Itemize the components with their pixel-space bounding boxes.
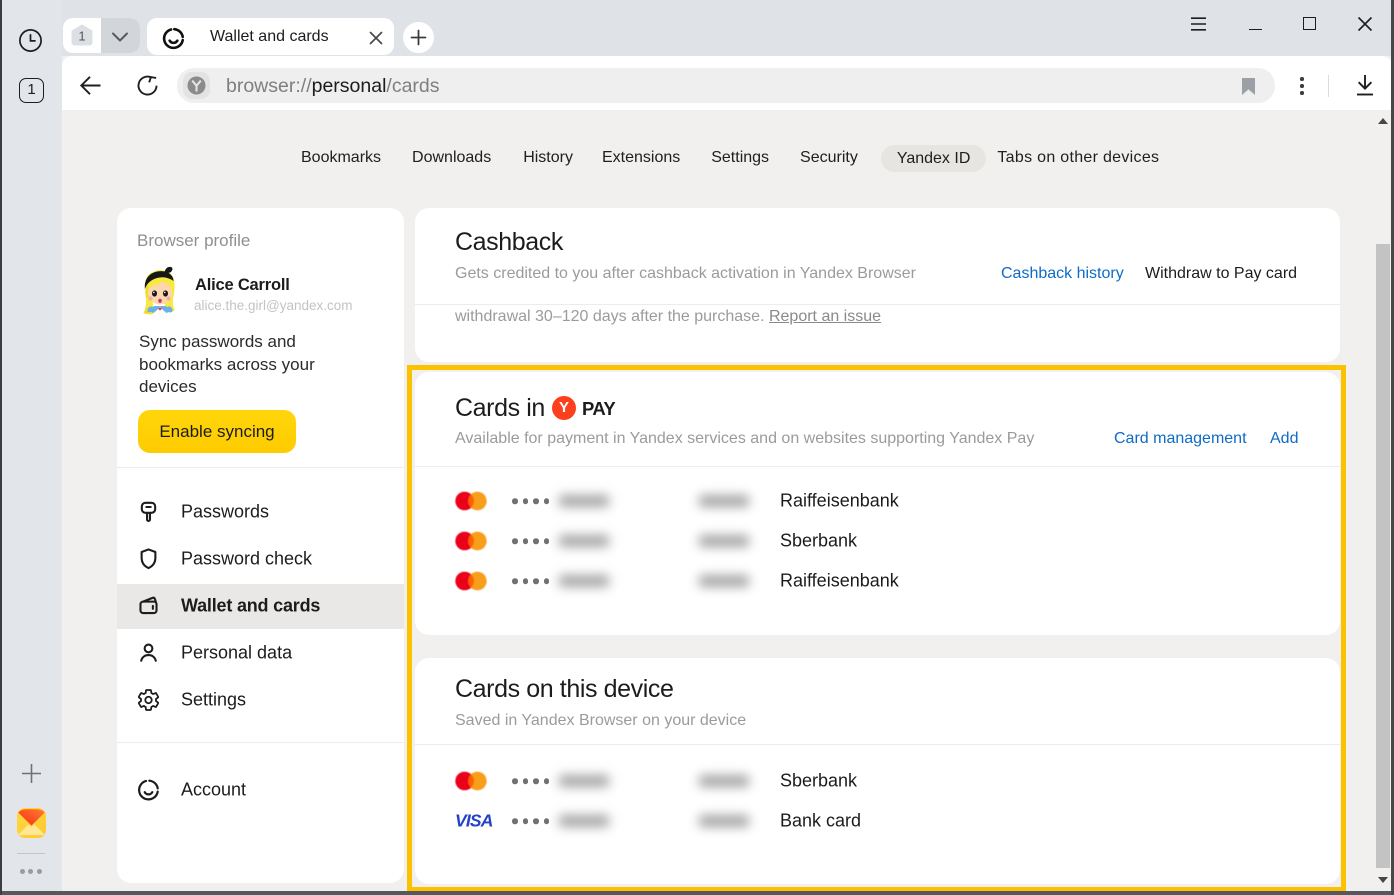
svg-text:1: 1 — [78, 29, 85, 44]
